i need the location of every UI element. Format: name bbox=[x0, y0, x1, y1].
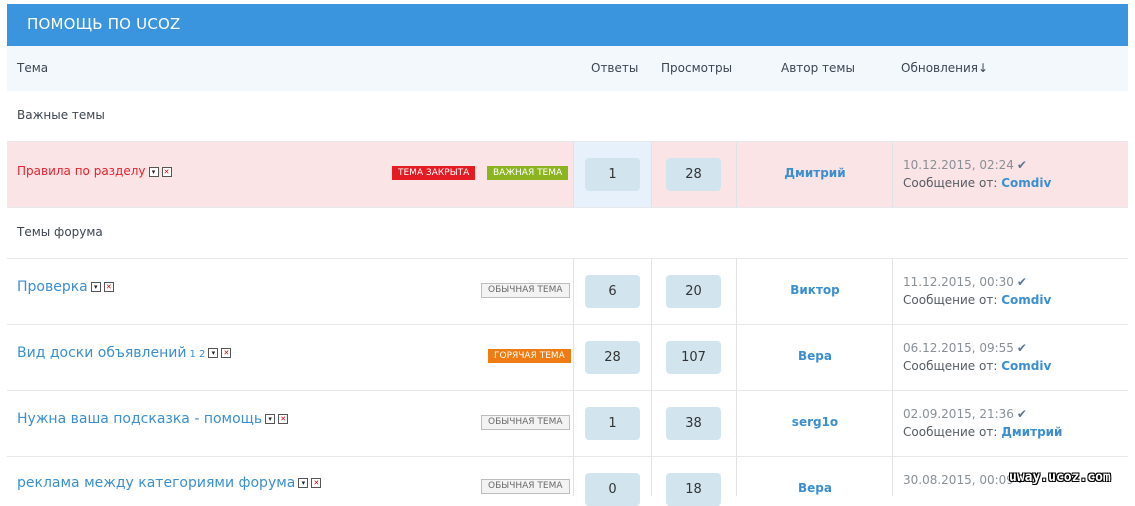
section-important-label: Важные темы bbox=[17, 108, 105, 122]
author-cell: Вера bbox=[736, 325, 893, 390]
topic-row: реклама между категориями форума ▾ ✕ ОБЫЧН… bbox=[7, 457, 1128, 506]
replies-cell: 28 bbox=[573, 325, 652, 390]
last-update: 11.12.2015, 00:30 ✔ bbox=[903, 275, 1027, 289]
views-cell: 18 bbox=[651, 457, 737, 506]
last-update: 02.09.2015, 21:36 ✔ bbox=[903, 407, 1027, 421]
replies-cell: 0 bbox=[573, 457, 652, 506]
column-views[interactable]: Просмотры bbox=[661, 61, 732, 75]
replies-count: 28 bbox=[585, 341, 640, 374]
dropdown-icon[interactable]: ▾ bbox=[265, 414, 276, 424]
dropdown-icon[interactable]: ▾ bbox=[90, 282, 101, 292]
views-count: 38 bbox=[666, 407, 721, 440]
last-message: Сообщение от: Дмитрий bbox=[903, 425, 1063, 439]
normal-badge: ОБЫЧНАЯ ТЕМА bbox=[481, 415, 570, 430]
normal-badge: ОБЫЧНАЯ ТЕМА bbox=[481, 283, 570, 298]
topic-row: Вид доски объявлений 1 2 ▾ ✕ ГОРЯЧАЯ ТЕМА 2… bbox=[7, 325, 1128, 391]
section-forum-label: Темы форума bbox=[17, 225, 103, 239]
author-cell: Дмитрий bbox=[736, 142, 893, 207]
column-replies[interactable]: Ответы bbox=[591, 61, 638, 75]
topic-row: Правила по разделу ▾ ✕ ТЕМА ЗАКРЫТА ВАЖНАЯ… bbox=[7, 142, 1128, 208]
views-count: 107 bbox=[666, 341, 721, 374]
topic-title[interactable]: реклама между категориями форума ▾ ✕ bbox=[17, 475, 322, 491]
author-link[interactable]: Вера bbox=[737, 349, 893, 363]
delete-icon[interactable]: ✕ bbox=[311, 478, 322, 488]
delete-icon[interactable]: ✕ bbox=[221, 348, 232, 358]
dropdown-icon[interactable]: ▾ bbox=[208, 348, 219, 358]
author-link[interactable]: Дмитрий bbox=[737, 166, 893, 180]
last-message: Сообщение от: Comdiv bbox=[903, 176, 1052, 190]
forum-header: ПОМОЩЬ ПО UCOZ bbox=[7, 4, 1128, 46]
column-topic: Тема bbox=[17, 61, 49, 75]
views-cell: 20 bbox=[651, 259, 737, 324]
column-header-bar: Тема Ответы Просмотры Автор темы Обновле… bbox=[7, 46, 1128, 91]
column-updates-sort[interactable]: Обновления↓ bbox=[901, 61, 988, 75]
last-message: Сообщение от: Comdiv bbox=[903, 359, 1052, 373]
replies-cell: 1 bbox=[573, 142, 652, 207]
author-link[interactable]: serg1o bbox=[737, 415, 893, 429]
dropdown-icon[interactable]: ▾ bbox=[298, 478, 309, 488]
topic-row: Проверка ▾ ✕ ОБЫЧНАЯ ТЕМА 6 20 Виктор 11.1… bbox=[7, 259, 1128, 325]
replies-count: 1 bbox=[585, 158, 640, 191]
views-count: 28 bbox=[666, 158, 721, 191]
hot-badge: ГОРЯЧАЯ ТЕМА bbox=[488, 349, 571, 363]
column-author[interactable]: Автор темы bbox=[781, 61, 855, 75]
views-cell: 107 bbox=[651, 325, 737, 390]
views-count: 18 bbox=[666, 473, 721, 506]
views-cell: 28 bbox=[651, 142, 737, 207]
replies-count: 6 bbox=[585, 275, 640, 308]
last-update: 06.12.2015, 09:55 ✔ bbox=[903, 341, 1027, 355]
author-cell: Виктор bbox=[736, 259, 893, 324]
delete-icon[interactable]: ✕ bbox=[278, 414, 289, 424]
updated-cell: 02.09.2015, 21:36 ✔ Сообщение от: Дмитрий bbox=[892, 391, 1129, 456]
last-message: Сообщение от: Comdiv bbox=[903, 293, 1052, 307]
topic-title[interactable]: Правила по разделу ▾ ✕ bbox=[17, 164, 172, 178]
replies-count: 0 bbox=[585, 473, 640, 506]
page-links[interactable]: 1 2 bbox=[189, 349, 205, 360]
forum-title[interactable]: ПОМОЩЬ ПО UCOZ bbox=[27, 15, 181, 33]
author-link[interactable]: Вера bbox=[737, 481, 893, 495]
replies-count: 1 bbox=[585, 407, 640, 440]
author-link[interactable]: Виктор bbox=[737, 283, 893, 297]
updated-cell: 10.12.2015, 02:24 ✔ Сообщение от: Comdiv bbox=[892, 142, 1129, 207]
topic-row: Нужна ваша подсказка - помощь ▾ ✕ ОБЫЧНАЯ … bbox=[7, 391, 1128, 457]
section-important: Важные темы bbox=[7, 91, 1128, 142]
replies-cell: 1 bbox=[573, 391, 652, 456]
topic-title[interactable]: Вид доски объявлений 1 2 ▾ ✕ bbox=[17, 345, 232, 361]
last-poster-link[interactable]: Comdiv bbox=[1001, 293, 1051, 307]
replies-cell: 6 bbox=[573, 259, 652, 324]
updated-cell: 11.12.2015, 00:30 ✔ Сообщение от: Comdiv bbox=[892, 259, 1129, 324]
checkmark-icon[interactable]: ✔ bbox=[1017, 275, 1027, 289]
last-update: 10.12.2015, 02:24 ✔ bbox=[903, 158, 1027, 172]
views-cell: 38 bbox=[651, 391, 737, 456]
site-watermark: uway.ucoz.com bbox=[1009, 470, 1111, 485]
views-count: 20 bbox=[666, 275, 721, 308]
section-forum: Темы форума bbox=[7, 208, 1128, 259]
closed-badge: ТЕМА ЗАКРЫТА bbox=[392, 166, 476, 180]
delete-icon[interactable]: ✕ bbox=[161, 166, 172, 177]
last-poster-link[interactable]: Comdiv bbox=[1001, 176, 1051, 190]
author-cell: serg1o bbox=[736, 391, 893, 456]
important-badge: ВАЖНАЯ ТЕМА bbox=[487, 166, 569, 180]
author-cell: Вера bbox=[736, 457, 893, 496]
dropdown-icon[interactable]: ▾ bbox=[148, 166, 159, 177]
delete-icon[interactable]: ✕ bbox=[103, 282, 114, 292]
topic-title[interactable]: Проверка ▾ ✕ bbox=[17, 279, 114, 295]
last-poster-link[interactable]: Comdiv bbox=[1001, 359, 1051, 373]
checkmark-icon[interactable]: ✔ bbox=[1017, 407, 1027, 421]
last-poster-link[interactable]: Дмитрий bbox=[1001, 425, 1062, 439]
checkmark-icon[interactable]: ✔ bbox=[1017, 341, 1027, 355]
normal-badge: ОБЫЧНАЯ ТЕМА bbox=[481, 479, 570, 494]
updated-cell: 06.12.2015, 09:55 ✔ Сообщение от: Comdiv bbox=[892, 325, 1129, 390]
checkmark-icon[interactable]: ✔ bbox=[1017, 158, 1027, 172]
topic-title[interactable]: Нужна ваша подсказка - помощь ▾ ✕ bbox=[17, 411, 289, 427]
